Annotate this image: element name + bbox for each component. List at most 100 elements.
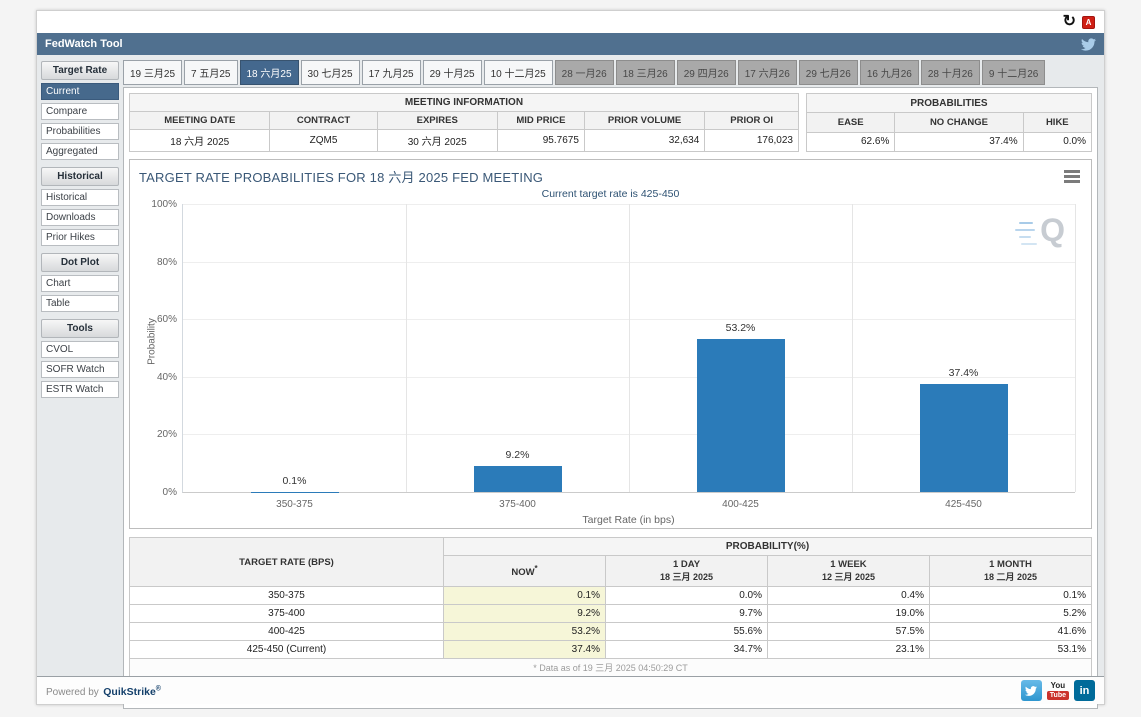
- sidebar-item-compare[interactable]: Compare: [41, 103, 119, 120]
- sidebar-section-tools: Tools: [41, 319, 119, 338]
- meeting-info-title: MEETING INFORMATION: [130, 94, 799, 112]
- column-header-ease: EASE: [807, 113, 895, 132]
- twitter-icon[interactable]: [1081, 38, 1096, 51]
- bar-375-400[interactable]: [474, 466, 562, 492]
- app-body: Target RateCurrentCompareProbabilitiesAg…: [37, 55, 1104, 678]
- column-date: 12 三月 2025: [773, 570, 924, 583]
- sidebar: Target RateCurrentCompareProbabilitiesAg…: [41, 59, 119, 678]
- x-gridline: [1075, 204, 1076, 492]
- tab-17-25[interactable]: 17 九月25: [362, 60, 421, 85]
- y-tick-label: 40%: [137, 372, 177, 383]
- info-row: MEETING INFORMATIONMEETING DATECONTRACTE…: [129, 93, 1092, 152]
- sidebar-item-aggregated[interactable]: Aggregated: [41, 143, 119, 160]
- sidebar-item-prior-hikes[interactable]: Prior Hikes: [41, 229, 119, 246]
- registered-mark: ®: [156, 685, 161, 692]
- quikstrike-link[interactable]: QuikStrike®: [103, 686, 161, 698]
- tab-30-25[interactable]: 30 七月25: [301, 60, 360, 85]
- sidebar-item-downloads[interactable]: Downloads: [41, 209, 119, 226]
- bar-value-label: 9.2%: [506, 449, 530, 461]
- column-date: 18 三月 2025: [611, 570, 762, 583]
- bar-value-label: 0.1%: [283, 475, 307, 487]
- rate-range: 400-425: [130, 623, 444, 641]
- meeting-info-table: MEETING INFORMATIONMEETING DATECONTRACTE…: [129, 93, 799, 152]
- top-toolbar: ↻ A: [37, 11, 1104, 33]
- tab-29-26[interactable]: 29 七月26: [799, 60, 858, 85]
- refresh-icon[interactable]: ↻: [1063, 15, 1076, 29]
- probability-cell: 34.7%: [606, 641, 768, 659]
- chart-menu-icon[interactable]: [1064, 170, 1080, 185]
- tab-7-25[interactable]: 7 五月25: [184, 60, 237, 85]
- column-date: 18 二月 2025: [935, 570, 1086, 583]
- rate-range: 375-400: [130, 605, 444, 623]
- tab-9-26[interactable]: 9 十二月26: [982, 60, 1045, 85]
- chart-plot: Q 0%20%40%60%80%100%0.1%350-3759.2%375-4…: [182, 204, 1075, 493]
- rate-range: 350-375: [130, 587, 444, 605]
- chart-category-slot: 37.4%425-450: [852, 204, 1075, 492]
- tab-28-26[interactable]: 28 一月26: [555, 60, 614, 85]
- main-area: 19 三月257 五月2518 六月2530 七月2517 九月2529 十月2…: [123, 59, 1098, 678]
- y-tick-label: 100%: [137, 199, 177, 210]
- meeting-info-value: 30 六月 2025: [377, 130, 497, 152]
- probability-cell: 53.1%: [929, 641, 1091, 659]
- chart-category-slot: 9.2%375-400: [406, 204, 629, 492]
- probability-cell: 19.0%: [767, 605, 929, 623]
- probability-cell: 5.2%: [929, 605, 1091, 623]
- rate-range: 425-450 (Current): [130, 641, 444, 659]
- y-tick-label: 60%: [137, 314, 177, 325]
- tab-10-25[interactable]: 10 十二月25: [484, 60, 553, 85]
- chart-category-slot: 0.1%350-375: [183, 204, 406, 492]
- bar-value-label: 37.4%: [949, 367, 979, 379]
- social-links: You Tube in: [1021, 680, 1095, 701]
- column-header-mid-price: MID PRICE: [497, 112, 584, 130]
- tab-17-26[interactable]: 17 六月26: [738, 60, 797, 85]
- column-header-hike: HIKE: [1023, 113, 1091, 132]
- corner-header: TARGET RATE (BPS): [130, 538, 444, 587]
- probability-cell: 41.6%: [929, 623, 1091, 641]
- tab-18-26[interactable]: 18 三月26: [616, 60, 675, 85]
- pdf-export-icon[interactable]: A: [1082, 16, 1095, 29]
- probability-cell: 23.1%: [767, 641, 929, 659]
- tab-29-25[interactable]: 29 十月25: [423, 60, 482, 85]
- bar-425-450[interactable]: [920, 384, 1008, 492]
- sidebar-item-probabilities[interactable]: Probabilities: [41, 123, 119, 140]
- probability-group-header: PROBABILITY(%): [444, 538, 1092, 556]
- probability-cell: 57.5%: [767, 623, 929, 641]
- sidebar-item-cvol[interactable]: CVOL: [41, 341, 119, 358]
- tab-28-26[interactable]: 28 十月26: [921, 60, 980, 85]
- probability-cell: 0.1%: [929, 587, 1091, 605]
- twitter-social-icon[interactable]: [1021, 680, 1042, 701]
- sidebar-item-current[interactable]: Current: [41, 83, 119, 100]
- probability-cell: 53.2%: [444, 623, 606, 641]
- linkedin-icon[interactable]: in: [1074, 680, 1095, 701]
- tab-19-25[interactable]: 19 三月25: [123, 60, 182, 85]
- x-tick-label: 375-400: [406, 499, 629, 510]
- data-as-of-note: * Data as of 19 三月 2025 04:50:29 CT: [130, 659, 1092, 677]
- probability-cell: 55.6%: [606, 623, 768, 641]
- x-tick-label: 400-425: [629, 499, 852, 510]
- column-header-1-month: 1 MONTH18 二月 2025: [929, 556, 1091, 587]
- column-header-prior-oi: PRIOR OI: [705, 112, 799, 130]
- sidebar-item-table[interactable]: Table: [41, 295, 119, 312]
- bar-400-425[interactable]: [697, 339, 785, 492]
- sidebar-item-historical[interactable]: Historical: [41, 189, 119, 206]
- youtube-icon[interactable]: You Tube: [1047, 682, 1069, 700]
- column-header-1-week: 1 WEEK12 三月 2025: [767, 556, 929, 587]
- probability-cell: 0.1%: [444, 587, 606, 605]
- probability-value: 0.0%: [1023, 132, 1091, 151]
- sidebar-item-chart[interactable]: Chart: [41, 275, 119, 292]
- table-row: 375-4009.2%9.7%19.0%5.2%: [130, 605, 1092, 623]
- tab-18-25[interactable]: 18 六月25: [240, 60, 299, 85]
- sidebar-item-estr-watch[interactable]: ESTR Watch: [41, 381, 119, 398]
- powered-by-text: Powered by: [46, 687, 99, 698]
- meeting-info-value: 95.7675: [497, 130, 584, 152]
- meeting-info-value: ZQM5: [270, 130, 377, 152]
- probability-value: 37.4%: [895, 132, 1023, 151]
- column-header-prior-volume: PRIOR VOLUME: [584, 112, 704, 130]
- sidebar-item-sofr-watch[interactable]: SOFR Watch: [41, 361, 119, 378]
- column-header-contract: CONTRACT: [270, 112, 377, 130]
- column-header-expires: EXPIRES: [377, 112, 497, 130]
- tab-29-26[interactable]: 29 四月26: [677, 60, 736, 85]
- column-header-now: NOW*: [444, 556, 606, 587]
- tab-16-26[interactable]: 16 九月26: [860, 60, 919, 85]
- chart-subtitle: Current target rate is 425-450: [130, 188, 1091, 200]
